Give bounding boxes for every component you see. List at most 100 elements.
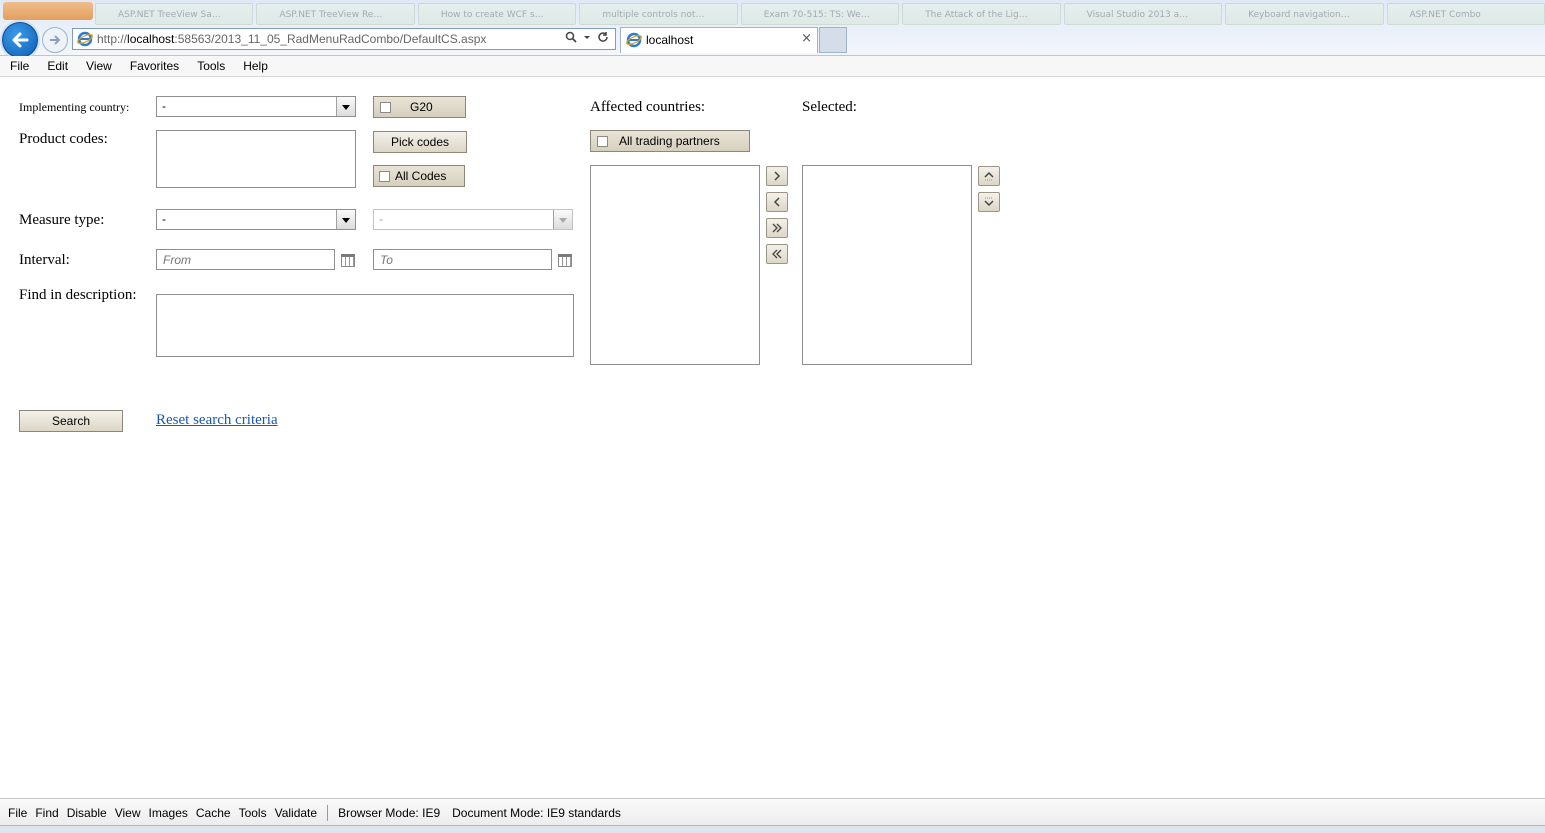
background-tab[interactable]: The Attack of the Lig… bbox=[902, 3, 1061, 25]
chevron-down-icon bbox=[553, 210, 572, 229]
dev-menu-find[interactable]: Find bbox=[31, 806, 62, 820]
background-tab[interactable]: How to create WCF s… bbox=[417, 3, 577, 25]
background-tab[interactable]: ASP.NET TreeView Re… bbox=[256, 3, 415, 25]
selected-countries-listbox[interactable] bbox=[802, 165, 972, 365]
all-codes-checkbox[interactable] bbox=[379, 171, 390, 182]
implementing-country-value: - bbox=[162, 99, 166, 113]
calendar-icon[interactable] bbox=[341, 254, 355, 267]
tab-title: localhost bbox=[646, 33, 694, 47]
move-left-button[interactable] bbox=[766, 192, 788, 212]
calendar-icon[interactable] bbox=[558, 254, 572, 267]
document-mode-label: Document Mode: bbox=[452, 805, 544, 820]
forward-arrow-icon bbox=[50, 35, 61, 45]
menu-favorites[interactable]: Favorites bbox=[120, 56, 187, 76]
move-up-button[interactable] bbox=[978, 166, 1000, 186]
menu-tools[interactable]: Tools bbox=[187, 56, 233, 76]
new-tab-button[interactable] bbox=[819, 27, 847, 53]
forward-button[interactable] bbox=[42, 27, 68, 53]
interval-label: Interval: bbox=[19, 252, 70, 268]
background-tab-strip: ASP.NET TreeView Sa… ASP.NET TreeView Re… bbox=[95, 3, 1545, 27]
menu-edit[interactable]: Edit bbox=[37, 56, 76, 76]
address-bar[interactable]: http://localhost:58563/2013_11_05_RadMen… bbox=[72, 28, 616, 50]
pick-codes-button[interactable]: Pick codes bbox=[373, 131, 467, 153]
background-tab[interactable]: ASP.NET Combo bbox=[1386, 3, 1545, 25]
dev-menu-file[interactable]: File bbox=[0, 806, 31, 820]
date-from-input[interactable]: From bbox=[156, 249, 335, 270]
selected-label: Selected: bbox=[802, 99, 857, 115]
all-codes-label: All Codes bbox=[395, 169, 447, 183]
find-description-label: Find in description: bbox=[19, 287, 137, 303]
measure-type-label: Measure type: bbox=[19, 212, 105, 228]
all-trading-partners-label: All trading partners bbox=[619, 134, 720, 148]
browser-mode-value: IE9 bbox=[422, 805, 441, 820]
background-tab[interactable]: multiple controls not… bbox=[579, 3, 738, 25]
url-text: http://localhost:58563/2013_11_05_RadMen… bbox=[97, 32, 487, 46]
affected-countries-listbox[interactable] bbox=[590, 165, 760, 365]
tab-close-icon[interactable]: × bbox=[801, 31, 812, 46]
chevron-left-icon bbox=[773, 197, 780, 207]
browser-chrome: ASP.NET TreeView Sa… ASP.NET TreeView Re… bbox=[0, 0, 1545, 58]
menu-help[interactable]: Help bbox=[233, 56, 276, 76]
devbar-separator bbox=[327, 804, 329, 821]
measure-type-value: - bbox=[162, 212, 166, 226]
background-tab[interactable]: Exam 70-515: TS: We… bbox=[740, 3, 900, 25]
implementing-country-combo[interactable]: - bbox=[156, 96, 356, 117]
browser-mode-menu[interactable]: Browser Mode: IE9 bbox=[334, 806, 444, 820]
product-codes-textarea[interactable] bbox=[156, 130, 356, 188]
find-description-textarea[interactable] bbox=[156, 294, 574, 357]
move-all-left-button[interactable] bbox=[766, 244, 788, 264]
product-codes-label: Product codes: bbox=[19, 131, 108, 147]
date-to-input[interactable]: To bbox=[373, 249, 552, 270]
menu-view[interactable]: View bbox=[76, 56, 120, 76]
back-button[interactable] bbox=[2, 22, 38, 58]
ghost-tab-active[interactable] bbox=[3, 2, 93, 20]
search-button[interactable]: Search bbox=[19, 410, 123, 432]
measure-type-combo[interactable]: - bbox=[156, 209, 356, 230]
dev-menu-tools[interactable]: Tools bbox=[235, 806, 271, 820]
double-chevron-right-icon bbox=[772, 223, 782, 233]
reset-search-link[interactable]: Reset search criteria bbox=[156, 412, 278, 429]
chevron-down-icon[interactable] bbox=[336, 97, 355, 116]
refresh-icon[interactable] bbox=[597, 31, 609, 43]
dev-menu-validate[interactable]: Validate bbox=[271, 806, 321, 820]
menu-bar: File Edit View Favorites Tools Help bbox=[0, 56, 1545, 77]
move-down-button[interactable] bbox=[978, 192, 1000, 212]
document-mode-value: IE9 standards bbox=[546, 805, 621, 820]
date-from-placeholder: From bbox=[163, 253, 191, 267]
affected-countries-label: Affected countries: bbox=[590, 99, 706, 115]
browser-mode-label: Browser Mode: bbox=[338, 805, 419, 820]
dropdown-icon[interactable] bbox=[583, 31, 591, 43]
ie-tab-icon bbox=[626, 32, 642, 48]
chevron-down-icon[interactable] bbox=[336, 210, 355, 229]
double-chevron-left-icon bbox=[772, 249, 782, 259]
measure-subtype-combo: - bbox=[373, 209, 573, 230]
ie-page-icon bbox=[77, 31, 93, 47]
address-bar-actions bbox=[565, 31, 609, 43]
background-tab[interactable]: ASP.NET TreeView Sa… bbox=[95, 3, 254, 25]
dev-menu-view[interactable]: View bbox=[111, 806, 145, 820]
all-trading-partners-checkbox-button[interactable]: All trading partners bbox=[590, 130, 750, 152]
move-all-right-button[interactable] bbox=[766, 218, 788, 238]
chevron-right-icon bbox=[774, 171, 781, 181]
document-mode-menu[interactable]: Document Mode: IE9 standards bbox=[444, 806, 625, 820]
search-icon[interactable] bbox=[565, 31, 577, 43]
move-right-button[interactable] bbox=[766, 166, 788, 186]
date-to-placeholder: To bbox=[380, 253, 393, 267]
background-tab[interactable]: Visual Studio 2013 a… bbox=[1063, 3, 1223, 25]
developer-tools-bar: File Find Disable View Images Cache Tool… bbox=[0, 798, 1545, 826]
g20-label: G20 bbox=[410, 100, 433, 114]
chevron-down-icon bbox=[984, 197, 994, 207]
measure-subtype-value: - bbox=[379, 212, 383, 226]
chevron-up-icon bbox=[984, 171, 994, 181]
browser-tab-active[interactable]: localhost × bbox=[620, 27, 818, 53]
back-arrow-icon bbox=[12, 32, 29, 48]
dev-menu-images[interactable]: Images bbox=[145, 806, 192, 820]
all-codes-checkbox-button[interactable]: All Codes bbox=[373, 165, 465, 187]
all-trading-partners-checkbox[interactable] bbox=[597, 136, 608, 147]
dev-menu-cache[interactable]: Cache bbox=[192, 806, 235, 820]
g20-checkbox[interactable] bbox=[380, 102, 391, 113]
menu-file[interactable]: File bbox=[0, 56, 37, 76]
g20-checkbox-button[interactable]: G20 bbox=[373, 96, 466, 118]
dev-menu-disable[interactable]: Disable bbox=[63, 806, 111, 820]
background-tab[interactable]: Keyboard navigation… bbox=[1225, 3, 1384, 25]
